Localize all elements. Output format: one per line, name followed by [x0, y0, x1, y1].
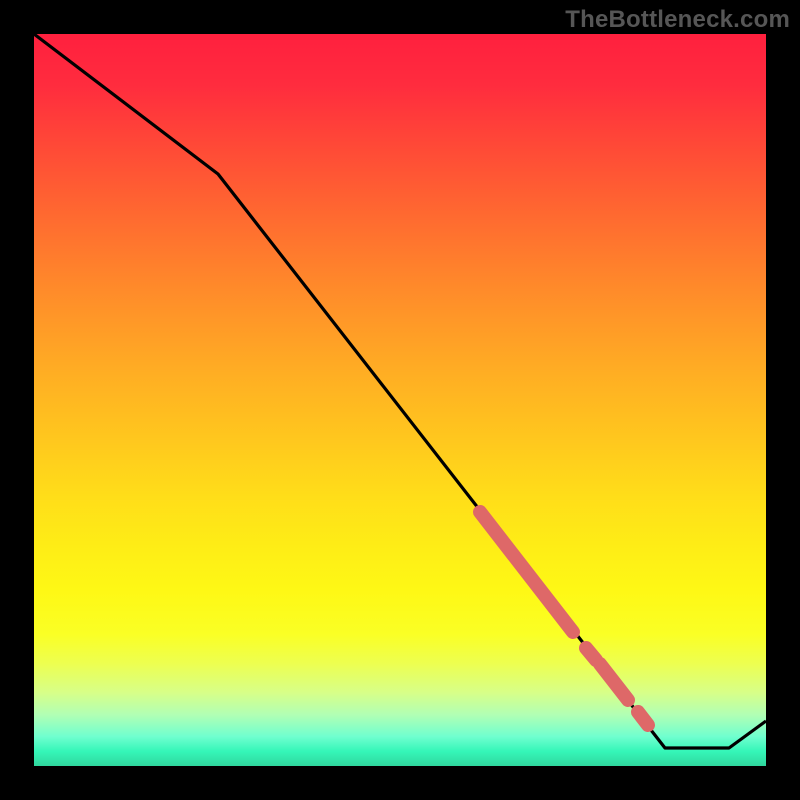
accent-segment [600, 664, 628, 700]
accent-segment [480, 512, 573, 632]
accent-segments [480, 512, 648, 725]
chart-stage: TheBottleneck.com [0, 0, 800, 800]
accent-segment [638, 712, 648, 725]
accent-segment [586, 648, 596, 660]
bottleneck-line [34, 34, 766, 748]
chart-svg [0, 0, 800, 800]
